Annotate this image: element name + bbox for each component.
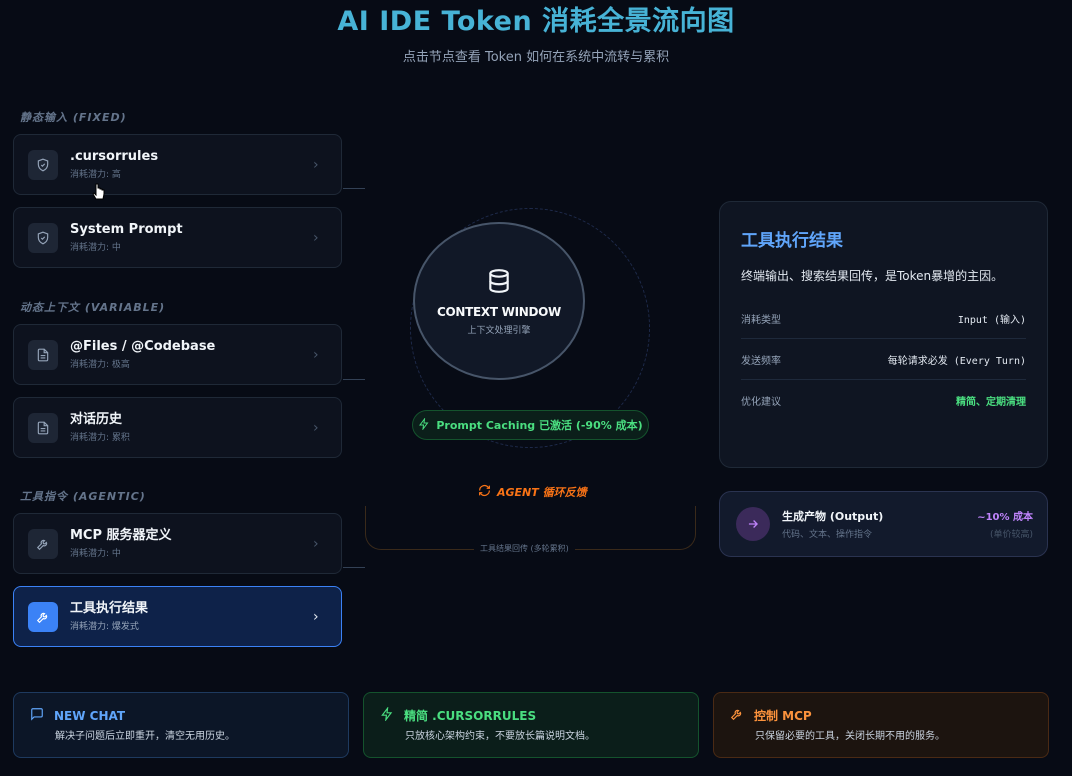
- page-title: AI IDE Token 消耗全景流向图: [337, 6, 735, 37]
- shield-icon: [28, 222, 58, 253]
- node-cursorrules[interactable]: .cursorrules 消耗潜力: 高 ›: [13, 134, 342, 195]
- node-potential: 消耗潜力: 中: [70, 243, 121, 253]
- node-chat-history[interactable]: 对话历史 消耗潜力: 累积 ›: [13, 397, 342, 458]
- tip-desc: 只保留必要的工具，关闭长期不用的服务。: [755, 731, 945, 742]
- prompt-caching-text: Prompt Caching 已激活 (-90% 成本): [436, 419, 643, 432]
- tip-title: 控制 MCP: [754, 709, 812, 723]
- page-subtitle: 点击节点查看 Token 如何在系统中流转与累积: [402, 50, 670, 65]
- mouse-cursor-icon: [92, 183, 106, 207]
- tip-trim-cursorrules: 精简 .CURSORRULES 只放核心架构约束，不要放长篇说明文档。: [363, 692, 699, 758]
- detail-row: 发送频率 每轮请求必发 (Every Turn): [741, 339, 1026, 380]
- prompt-caching-badge: Prompt Caching 已激活 (-90% 成本): [412, 410, 649, 440]
- chevron-right-icon: ›: [313, 608, 319, 625]
- node-mcp-server[interactable]: MCP 服务器定义 消耗潜力: 中 ›: [13, 513, 342, 574]
- tip-control-mcp: 控制 MCP 只保留必要的工具，关闭长期不用的服务。: [713, 692, 1049, 758]
- chevron-right-icon: ›: [313, 156, 319, 173]
- node-potential: 消耗潜力: 中: [70, 549, 121, 559]
- detail-key: 发送频率: [741, 355, 781, 367]
- file-icon: [28, 339, 58, 370]
- detail-value: Input (输入): [957, 314, 1026, 326]
- context-window-sub: 上下文处理引擎: [467, 325, 531, 336]
- wrench-icon: [28, 601, 58, 632]
- section-label-static: 静态输入 (FIXED): [20, 111, 127, 124]
- loop-label: 工具结果回传 (多轮累积): [474, 543, 575, 554]
- tip-title: NEW CHAT: [54, 708, 126, 723]
- node-potential: 消耗潜力: 高: [70, 170, 121, 180]
- output-sub: 代码、文本、操作指令: [782, 530, 873, 540]
- node-name: System Prompt: [70, 222, 183, 237]
- tip-title: 精简 .CURSORRULES: [404, 709, 537, 723]
- node-potential: 消耗潜力: 爆发式: [70, 622, 139, 632]
- section-label-dynamic: 动态上下文 (VARIABLE): [20, 301, 166, 314]
- header: AI IDE Token 消耗全景流向图 点击节点查看 Token 如何在系统中…: [0, 4, 1072, 65]
- connector-line: [343, 188, 365, 189]
- wrench-icon: [28, 528, 58, 559]
- arrow-right-icon: [736, 507, 770, 541]
- tip-desc: 解决子问题后立即重开，清空无用历史。: [55, 731, 235, 742]
- detail-title: 工具执行结果: [741, 231, 843, 251]
- node-name: .cursorrules: [70, 149, 159, 164]
- node-name: @Files / @Codebase: [70, 339, 216, 354]
- output-note: (单价较高): [989, 530, 1033, 540]
- connector-line: [343, 567, 365, 568]
- chevron-right-icon: ›: [313, 346, 319, 363]
- detail-rows: 消耗类型 Input (输入) 发送频率 每轮请求必发 (Every Turn)…: [741, 298, 1026, 420]
- detail-row: 消耗类型 Input (输入): [741, 298, 1026, 339]
- detail-value: 精简、定期清理: [956, 396, 1026, 408]
- detail-row: 优化建议 精简、定期清理: [741, 380, 1026, 420]
- chevron-right-icon: ›: [313, 229, 319, 246]
- detail-key: 消耗类型: [741, 314, 781, 326]
- tip-new-chat: NEW CHAT 解决子问题后立即重开，清空无用历史。: [13, 692, 349, 758]
- detail-key: 优化建议: [741, 396, 781, 408]
- chevron-right-icon: ›: [313, 419, 319, 436]
- bolt-icon: [380, 706, 394, 724]
- chevron-right-icon: ›: [313, 535, 319, 552]
- connector-line: [343, 379, 365, 380]
- context-window-node[interactable]: CONTEXT WINDOW 上下文处理引擎: [413, 222, 585, 380]
- shield-icon: [28, 149, 58, 180]
- output-name: 生成产物 (Output): [782, 510, 884, 523]
- node-name: MCP 服务器定义: [70, 528, 172, 543]
- section-label-tools: 工具指令 (AGENTIC): [20, 490, 146, 503]
- context-window-title: CONTEXT WINDOW: [437, 304, 561, 319]
- bolt-icon: [418, 416, 430, 433]
- detail-value: 每轮请求必发 (Every Turn): [887, 355, 1026, 367]
- output-card: 生成产物 (Output) 代码、文本、操作指令 ~10% 成本 (单价较高): [719, 491, 1048, 557]
- node-name: 对话历史: [70, 412, 123, 427]
- refresh-icon: [478, 484, 491, 500]
- detail-panel: 工具执行结果 终端输出、搜索结果回传，是Token暴增的主因。 消耗类型 Inp…: [719, 201, 1048, 468]
- chat-icon: [30, 707, 44, 724]
- node-tool-results[interactable]: 工具执行结果 消耗潜力: 爆发式 ›: [13, 586, 342, 647]
- node-potential: 消耗潜力: 极高: [70, 360, 130, 370]
- database-icon: [486, 267, 512, 299]
- agent-loop-text: AGENT 循环反馈: [497, 486, 587, 499]
- detail-description: 终端输出、搜索结果回传，是Token暴增的主因。: [741, 269, 1004, 283]
- node-system-prompt[interactable]: System Prompt 消耗潜力: 中 ›: [13, 207, 342, 268]
- node-potential: 消耗潜力: 累积: [70, 433, 130, 443]
- output-cost: ~10% 成本: [977, 512, 1033, 523]
- wrench-icon: [730, 707, 744, 724]
- node-name: 工具执行结果: [70, 601, 149, 616]
- agent-loop-label: AGENT 循环反馈: [478, 484, 587, 500]
- node-files-codebase[interactable]: @Files / @Codebase 消耗潜力: 极高 ›: [13, 324, 342, 385]
- file-icon: [28, 412, 58, 443]
- tip-desc: 只放核心架构约束，不要放长篇说明文档。: [405, 731, 595, 742]
